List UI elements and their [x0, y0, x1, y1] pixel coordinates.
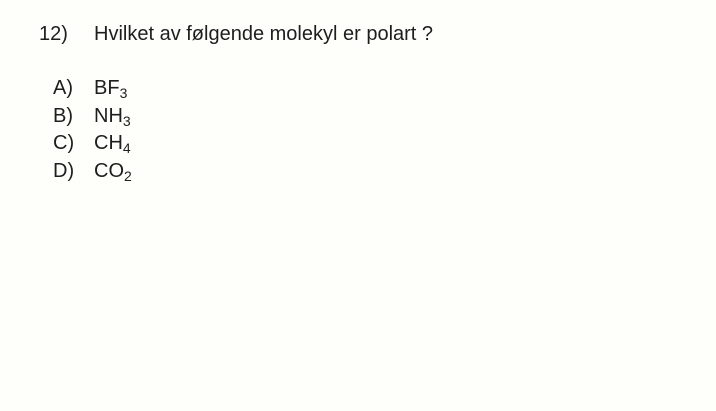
formula-base: CH — [94, 132, 123, 154]
option-c[interactable]: C) CH4 — [0, 131, 300, 157]
formula-subscript: 3 — [119, 85, 128, 101]
option-b[interactable]: B) NH3 — [0, 104, 300, 130]
option-formula: NH3 — [94, 104, 131, 128]
formula-subscript: 2 — [124, 168, 132, 184]
option-letter: A) — [53, 77, 73, 99]
option-letter: B) — [53, 105, 73, 127]
question-text: Hvilket av følgende molekyl er polart ? — [94, 23, 434, 45]
formula-base: BF — [94, 77, 120, 99]
option-letter: D) — [53, 160, 75, 182]
option-formula: BF3 — [94, 76, 127, 100]
formula-subscript: 4 — [122, 140, 131, 156]
option-letter: C) — [53, 132, 75, 154]
formula-base: CO — [94, 160, 124, 182]
option-d[interactable]: D) CO2 — [0, 159, 300, 185]
formula-subscript: 3 — [122, 113, 131, 129]
option-formula: CH4 — [94, 131, 131, 155]
formula-base: NH — [94, 105, 123, 127]
option-formula: CO2 — [94, 159, 132, 183]
option-a[interactable]: A) BF3 — [0, 76, 300, 102]
question-block: 12) Hvilket av følgende molekyl er polar… — [0, 0, 716, 411]
question-number: 12) — [39, 23, 68, 45]
